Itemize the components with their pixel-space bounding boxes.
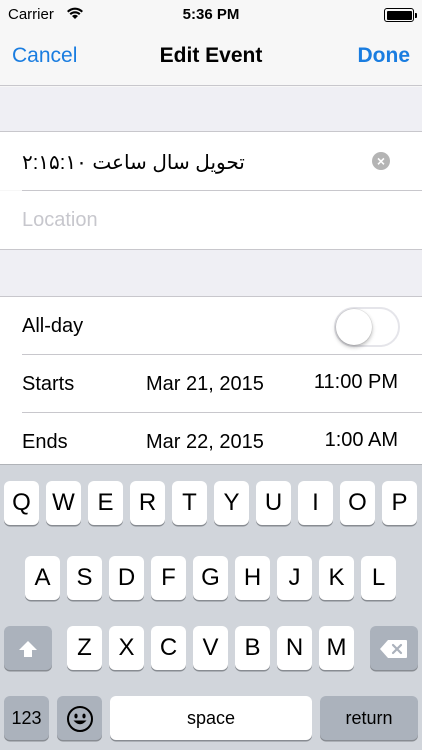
delete-key[interactable]: [370, 626, 418, 670]
key-c[interactable]: C: [151, 626, 186, 670]
key-v[interactable]: V: [193, 626, 228, 670]
key-t[interactable]: T: [172, 481, 207, 525]
ends-label: Ends: [22, 431, 68, 453]
key-j[interactable]: J: [277, 556, 312, 600]
done-button[interactable]: Done: [358, 44, 411, 68]
allday-label: All-day: [22, 315, 84, 337]
key-h[interactable]: H: [235, 556, 270, 600]
key-i[interactable]: I: [298, 481, 333, 525]
clear-text-icon[interactable]: ×: [372, 152, 390, 170]
starts-date: Mar 21, 2015: [146, 373, 264, 395]
emoji-icon: [66, 705, 93, 732]
keyboard: Q W E R T Y U I O P A S D F G H J K L Z …: [0, 464, 422, 750]
key-k[interactable]: K: [319, 556, 354, 600]
space-key[interactable]: space: [110, 696, 312, 740]
shift-icon: [19, 640, 37, 657]
key-x[interactable]: X: [109, 626, 144, 670]
title-cell[interactable]: تحویل سال ساعت ۲:۱۵:۱۰ ×: [0, 132, 422, 190]
key-e[interactable]: E: [88, 481, 123, 525]
location-input[interactable]: [22, 209, 382, 232]
starts-cell[interactable]: Starts Mar 21, 2015 11:00 PM: [0, 355, 422, 413]
key-m[interactable]: M: [319, 626, 354, 670]
allday-toggle[interactable]: [334, 307, 400, 347]
delete-icon: [380, 639, 407, 658]
section-spacer: [0, 87, 422, 132]
navigation-bar: Cancel Edit Event Done: [0, 30, 422, 86]
ends-date: Mar 22, 2015: [146, 431, 264, 453]
allday-cell: All-day: [0, 297, 422, 355]
key-u[interactable]: U: [256, 481, 291, 525]
toggle-knob: [336, 309, 372, 345]
key-f[interactable]: F: [151, 556, 186, 600]
ends-time: 1:00 AM: [324, 429, 398, 451]
key-r[interactable]: R: [130, 481, 165, 525]
key-g[interactable]: G: [193, 556, 228, 600]
key-s[interactable]: S: [67, 556, 102, 600]
emoji-key[interactable]: [57, 696, 102, 740]
starts-time: 11:00 PM: [313, 371, 398, 393]
key-b[interactable]: B: [235, 626, 270, 670]
title-field[interactable]: تحویل سال ساعت ۲:۱۵:۱۰: [22, 150, 245, 175]
key-p[interactable]: P: [382, 481, 417, 525]
key-a[interactable]: A: [25, 556, 60, 600]
key-l[interactable]: L: [361, 556, 396, 600]
starts-label: Starts: [22, 373, 75, 395]
status-time: 5:36 PM: [182, 6, 240, 23]
key-y[interactable]: Y: [214, 481, 249, 525]
key-w[interactable]: W: [46, 481, 81, 525]
numbers-key[interactable]: 123: [4, 696, 49, 740]
key-q[interactable]: Q: [4, 481, 39, 525]
location-cell[interactable]: [0, 191, 422, 249]
status-bar: Carrier 5:36 PM: [0, 0, 422, 30]
battery-icon: [384, 8, 417, 22]
return-key[interactable]: return: [320, 696, 418, 740]
section-spacer: [0, 250, 422, 296]
key-o[interactable]: O: [340, 481, 375, 525]
key-z[interactable]: Z: [67, 626, 102, 670]
shift-key[interactable]: [4, 626, 52, 670]
key-n[interactable]: N: [277, 626, 312, 670]
key-d[interactable]: D: [109, 556, 144, 600]
ends-cell[interactable]: Ends Mar 22, 2015 1:00 AM: [0, 413, 422, 464]
